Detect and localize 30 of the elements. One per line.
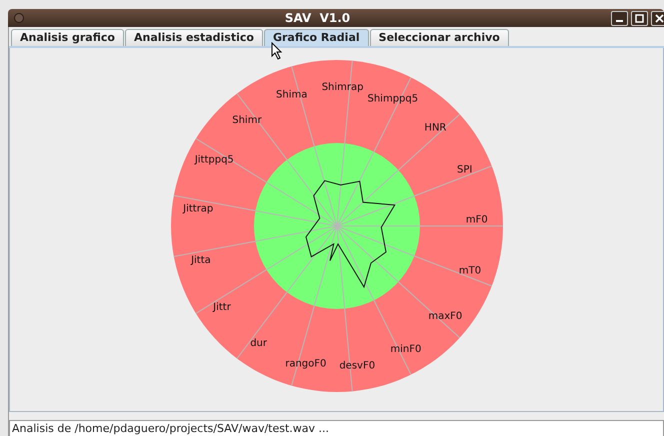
tab[interactable]: Analisis estadistico xyxy=(124,29,263,46)
axis-label: Shima xyxy=(276,90,307,100)
tab[interactable]: Analisis grafico xyxy=(11,29,124,46)
close-icon xyxy=(655,14,664,22)
axis-label: Shimppq5 xyxy=(366,94,418,105)
status-bar: Analisis de /home/pdaguero/projects/SAV/wav/test.wav ... xyxy=(9,420,664,436)
window-title: SAV V1.0 xyxy=(284,11,352,25)
axis-label: Shimr xyxy=(232,114,262,126)
minimize-icon xyxy=(616,20,623,22)
axis-label: Jittrap xyxy=(182,204,213,214)
axis-label: mF0 xyxy=(465,214,488,226)
axis-label: Jittppq5 xyxy=(194,154,234,166)
axis-label: SPI xyxy=(456,164,472,176)
maximize-button[interactable] xyxy=(631,10,648,26)
axis-label: minF0 xyxy=(390,344,421,355)
mouse-pointer-icon xyxy=(271,42,283,60)
axis-label: dur xyxy=(250,338,266,349)
axis-label: Shimrap xyxy=(321,82,363,94)
axis-label: mT0 xyxy=(458,266,481,277)
minimize-button[interactable] xyxy=(611,10,628,26)
axis-label: maxF0 xyxy=(428,310,462,322)
tab[interactable]: Seleccionar archivo xyxy=(370,29,509,46)
axis-label: rangoF0 xyxy=(284,358,326,370)
tab[interactable]: Grafico Radial xyxy=(264,29,369,46)
axis-label: desvF0 xyxy=(338,360,375,372)
close-button[interactable] xyxy=(651,10,664,26)
axis-label: Jitta xyxy=(190,254,210,266)
axis-label: Jittr xyxy=(212,302,230,313)
axis-label: HNR xyxy=(424,122,446,134)
maximize-icon xyxy=(635,14,644,22)
